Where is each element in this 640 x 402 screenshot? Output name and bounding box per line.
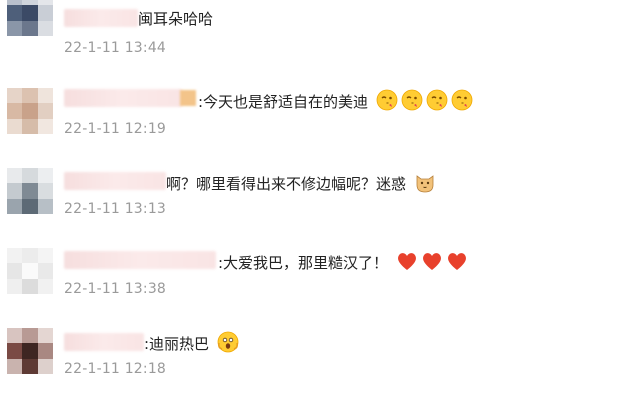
username-blurred[interactable] <box>64 251 216 269</box>
comment-timestamp: 22-1-11 12:19 <box>64 121 167 137</box>
comment-timestamp: 22-1-11 13:13 <box>64 201 167 217</box>
comment-item: 闽耳朵哈哈 22-1-11 13:44 <box>0 0 640 80</box>
comment-timestamp: 22-1-11 12:18 <box>64 361 167 377</box>
comment-item: 啊？哪里看得出来不修边幅呢？迷惑 22-1-11 13:13 <box>0 160 640 240</box>
comment-text: :今天也是舒适自在的美迪 <box>198 89 473 116</box>
red-heart-emoji <box>421 251 443 276</box>
username-blurred[interactable] <box>64 9 138 27</box>
comment-item: :大爱我巴，那里糙汉了！ 22-1-11 13:38 <box>0 240 640 320</box>
blowing-kiss-emoji <box>426 89 448 116</box>
comment-text: :大爱我巴，那里糙汉了！ <box>218 251 468 276</box>
comment-timestamp: 22-1-11 13:44 <box>64 40 167 56</box>
avatar[interactable] <box>7 88 53 134</box>
username-blurred[interactable] <box>64 172 166 190</box>
shocked-emoji <box>217 331 239 358</box>
comment-timestamp: 22-1-11 13:38 <box>64 281 167 297</box>
blowing-kiss-emoji <box>451 89 473 116</box>
blurred-fragment <box>180 90 196 106</box>
cat-emoji <box>414 171 436 198</box>
username-blurred[interactable] <box>64 333 144 351</box>
comment-item: :迪丽热巴 22-1-11 12:18 <box>0 320 640 400</box>
comment-item: :今天也是舒适自在的美迪 22-1-11 12:19 <box>0 80 640 160</box>
username-blurred[interactable] <box>64 89 182 107</box>
avatar[interactable] <box>7 248 53 294</box>
red-heart-emoji <box>446 251 468 276</box>
avatar[interactable] <box>7 168 53 214</box>
comment-text: :迪丽热巴 <box>144 331 239 358</box>
avatar[interactable] <box>7 0 53 36</box>
comment-text: 闽耳朵哈哈 <box>138 10 214 28</box>
blowing-kiss-emoji <box>401 89 423 116</box>
red-heart-emoji <box>396 251 418 276</box>
blowing-kiss-emoji <box>376 89 398 116</box>
avatar[interactable] <box>7 328 53 374</box>
comment-text: 啊？哪里看得出来不修边幅呢？迷惑 <box>166 171 436 198</box>
